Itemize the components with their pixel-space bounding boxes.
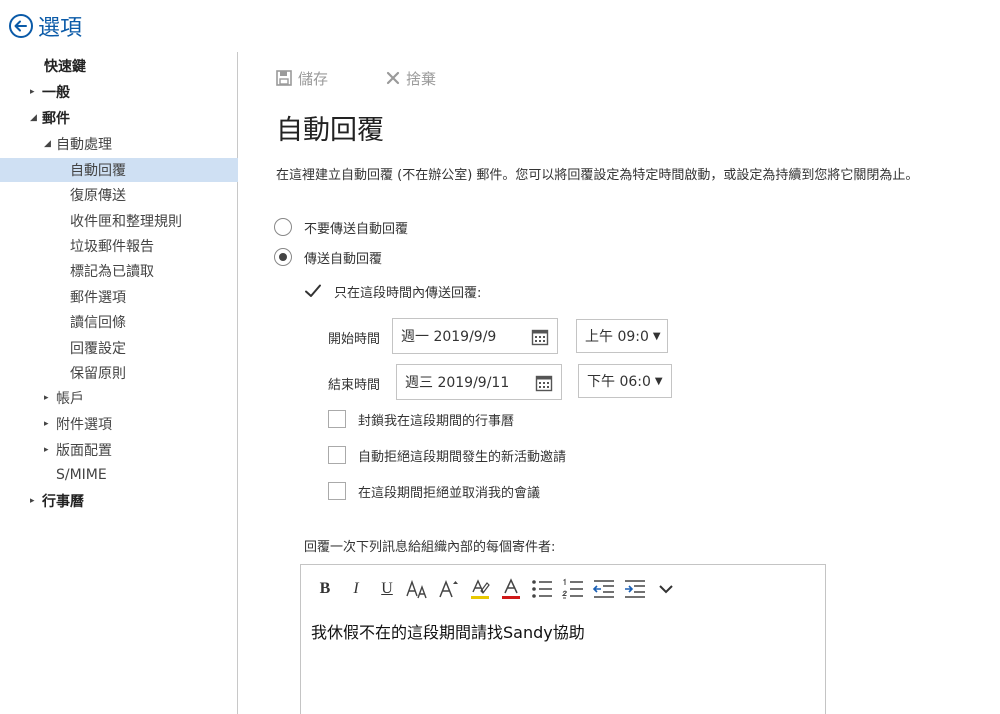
options-title: 選項: [38, 16, 83, 41]
reply-message-editor: B I U 我休假不在的這段期間請找Sandy協助: [300, 564, 826, 714]
radio-dot-icon: [279, 253, 287, 261]
decrease-indent-icon: [592, 580, 614, 598]
editor-toolbar: B I U: [311, 575, 683, 603]
calendar-icon[interactable]: [535, 374, 553, 392]
radio-unselected[interactable]: [274, 218, 292, 236]
checkbox-box[interactable]: [328, 482, 346, 500]
sidebar-item-layout[interactable]: ▸ 版面配置: [0, 438, 238, 462]
expand-triangle-icon: ▸: [44, 419, 49, 429]
close-icon: [386, 71, 400, 85]
sidebar-item-general[interactable]: ▸ 一般: [0, 80, 238, 104]
start-date-picker[interactable]: 週一 2019/9/9: [392, 318, 558, 354]
increase-indent-button[interactable]: [621, 575, 649, 603]
checkbox-box[interactable]: [328, 446, 346, 464]
expand-triangle-icon: ▸: [30, 496, 35, 506]
grow-font-button[interactable]: [435, 575, 463, 603]
expand-triangle-icon: ▸: [44, 393, 49, 403]
numbered-list-icon: [561, 578, 583, 599]
page-description: 在這裡建立自動回覆 (不在辦公室) 郵件。您可以將回覆設定為特定時間啟動，或設定…: [276, 168, 919, 183]
end-time-label: 結束時間: [328, 378, 381, 393]
page-title: 自動回覆: [276, 115, 384, 146]
checkbox-only-during-period[interactable]: 只在這段時間內傳送回覆:: [302, 280, 481, 302]
sidebar-item-message-options[interactable]: 郵件選項: [0, 285, 238, 309]
discard-button[interactable]: 捨棄: [386, 66, 436, 90]
radio-selected[interactable]: [274, 248, 292, 266]
radio-do-not-send-replies[interactable]: 不要傳送自動回覆: [274, 216, 408, 238]
sidebar-item-automatic-processing[interactable]: ◢ 自動處理: [0, 132, 238, 156]
checkmark-icon[interactable]: [302, 282, 324, 300]
checkbox-block-calendar[interactable]: 封鎖我在這段期間的行事曆: [328, 408, 514, 430]
start-time-dropdown[interactable]: 上午 09:0 ▼: [576, 319, 668, 353]
font-color-button[interactable]: [497, 575, 525, 603]
message-body-text[interactable]: 我休假不在的這段期間請找Sandy協助: [311, 619, 585, 643]
chevron-down-icon: ▼: [654, 375, 663, 387]
increase-indent-icon: [625, 580, 645, 598]
italic-button[interactable]: I: [342, 575, 370, 603]
sidebar-item-reply-settings[interactable]: 回覆設定: [0, 336, 238, 360]
sidebar-item-calendar[interactable]: ▸ 行事曆: [0, 489, 238, 513]
grow-font-icon: [439, 579, 458, 598]
bullet-list-button[interactable]: [528, 575, 556, 603]
chevron-down-icon: [659, 585, 673, 594]
end-date-picker[interactable]: 週三 2019/9/11: [396, 364, 562, 400]
sidebar-item-automatic-replies[interactable]: 自動回覆: [0, 158, 238, 182]
highlight-icon: [471, 579, 490, 599]
underline-button[interactable]: U: [373, 575, 401, 603]
sidebar-item-smime[interactable]: S/MIME: [0, 463, 238, 487]
start-time-label: 開始時間: [328, 332, 381, 347]
sidebar-item-attachment-options[interactable]: ▸ 附件選項: [0, 412, 238, 436]
font-color-icon: [502, 578, 520, 599]
sidebar-item-junk-reporting[interactable]: 垃圾郵件報告: [0, 234, 238, 258]
sidebar-item-read-receipts[interactable]: 讀信回條: [0, 310, 238, 334]
end-time-dropdown[interactable]: 下午 06:0 ▼: [578, 364, 672, 398]
expand-triangle-icon: ▸: [44, 445, 49, 455]
bullet-list-icon: [532, 580, 552, 598]
radio-send-replies[interactable]: 傳送自動回覆: [274, 246, 382, 268]
sidebar-item-shortcuts[interactable]: 快速鍵: [0, 54, 238, 78]
sidebar-item-mail[interactable]: ◢ 郵件: [0, 106, 238, 130]
expand-triangle-icon: ▸: [30, 87, 35, 97]
more-formatting-button[interactable]: [652, 575, 680, 603]
checkbox-decline-new-invitations[interactable]: 自動拒絕這段期間發生的新活動邀請: [328, 444, 566, 466]
back-to-options-button[interactable]: 選項: [8, 10, 82, 42]
highlight-button[interactable]: [466, 575, 494, 603]
sidebar-item-mark-as-read[interactable]: 標記為已讀取: [0, 259, 238, 283]
collapse-triangle-icon: ◢: [44, 139, 51, 149]
sidebar-item-inbox-rules[interactable]: 收件匣和整理規則: [0, 209, 238, 233]
main-panel: 儲存 捨棄 自動回覆 在這裡建立自動回覆 (不在辦公室) 郵件。您可以將回覆設定…: [238, 52, 1000, 714]
font-size-icon: [406, 579, 427, 599]
save-button[interactable]: 儲存: [276, 66, 328, 90]
save-disk-icon: [276, 70, 292, 86]
calendar-icon[interactable]: [531, 328, 549, 346]
chevron-down-icon: ▼: [652, 330, 661, 342]
inside-org-label: 回覆一次下列訊息給組織內部的每個寄件者:: [304, 540, 556, 555]
sidebar-item-undo-send[interactable]: 復原傳送: [0, 183, 238, 207]
checkbox-box[interactable]: [328, 410, 346, 428]
bold-button[interactable]: B: [311, 575, 339, 603]
font-size-button[interactable]: [404, 575, 432, 603]
sidebar-item-accounts[interactable]: ▸ 帳戶: [0, 386, 238, 410]
back-arrow-icon: [9, 14, 33, 38]
options-sidebar: 快速鍵 ▸ 一般 ◢ 郵件 ◢ 自動處理 自動回覆 復原傳送 收件匣和整理規則 …: [0, 52, 238, 714]
numbered-list-button[interactable]: [559, 575, 587, 603]
collapse-triangle-icon: ◢: [30, 113, 37, 123]
checkbox-cancel-meetings[interactable]: 在這段期間拒絕並取消我的會議: [328, 480, 540, 502]
sidebar-item-retention-policies[interactable]: 保留原則: [0, 361, 238, 385]
decrease-indent-button[interactable]: [590, 575, 618, 603]
